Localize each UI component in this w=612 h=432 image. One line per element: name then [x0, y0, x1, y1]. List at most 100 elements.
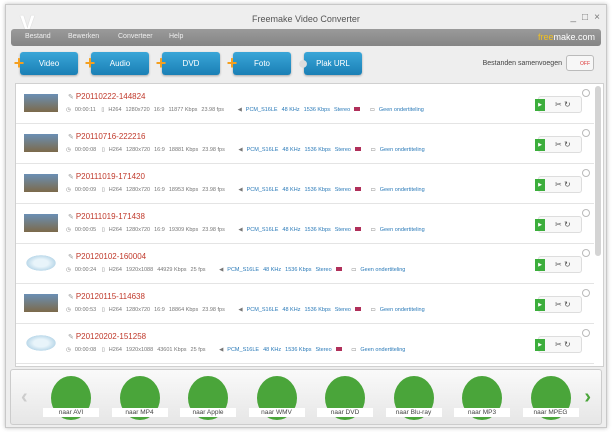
play-icon[interactable]: ▶ [535, 339, 545, 351]
rotate-icon[interactable]: ↻ [564, 140, 571, 149]
file-row[interactable]: P20111019-171420 ◷00:00:09 ▯H2641280x720… [16, 164, 594, 204]
clock-icon: ◷ [66, 347, 71, 353]
menu-bewerken[interactable]: Bewerken [68, 33, 99, 40]
flag-icon [354, 307, 361, 311]
paste-url-button[interactable]: ● Plak URL [298, 52, 362, 75]
add-audio-button[interactable]: + Audio [85, 52, 149, 75]
audio-codec[interactable]: PCM_S16LE [247, 147, 279, 153]
row-actions: ▶ ✂ ↻ [535, 256, 582, 273]
add-video-button[interactable]: + Video [14, 52, 78, 75]
file-name[interactable]: P20110716-222216 [68, 132, 146, 141]
scrollbar[interactable] [595, 86, 601, 256]
play-icon[interactable]: ▶ [535, 219, 545, 231]
file-row[interactable]: P20120115-114638 ◷00:00:53 ▯H2641280x720… [16, 284, 594, 324]
convert-blu-ray-button[interactable]: naar Blu-ray [385, 376, 442, 422]
file-name[interactable]: P20111019-171420 [68, 172, 145, 181]
audio-codec[interactable]: PCM_S16LE [247, 227, 279, 233]
brand-link[interactable]: freemake.com [538, 32, 595, 42]
audio-codec[interactable]: PCM_S16LE [227, 267, 259, 273]
subtitles-link[interactable]: Geen ondertiteling [360, 267, 405, 273]
file-row[interactable]: P20120102-160004 ◷00:00:24 ▯H2641920x108… [16, 244, 594, 284]
convert-avi-button[interactable]: naar AVI [43, 376, 99, 422]
remove-icon[interactable] [582, 169, 590, 177]
subtitles-link[interactable]: Geen ondertiteling [380, 187, 425, 193]
video-thumbnail [24, 294, 58, 312]
chevron-left-icon[interactable]: ‹ [21, 386, 28, 409]
chevron-right-icon[interactable]: › [584, 386, 591, 409]
scissors-icon[interactable]: ✂ [555, 140, 562, 149]
file-row[interactable]: P20111019-171438 ◷00:00:05 ▯H2641280x720… [16, 204, 594, 244]
speaker-icon: ◀ [238, 147, 243, 153]
file-name[interactable]: P20120102-160004 [68, 252, 146, 261]
remove-icon[interactable] [582, 129, 590, 137]
rotate-icon[interactable]: ↻ [564, 340, 571, 349]
subtitles-link[interactable]: Geen ondertiteling [380, 307, 425, 313]
remove-icon[interactable] [582, 289, 590, 297]
audio-codec[interactable]: PCM_S16LE [246, 107, 278, 113]
video-thumbnail [24, 134, 58, 152]
fps: 23.98 fps [202, 147, 225, 153]
menu-help[interactable]: Help [169, 33, 183, 40]
convert-mpeg-button[interactable]: naar MPEG [522, 376, 579, 422]
add-dvd-button[interactable]: + DVD [156, 52, 220, 75]
file-name[interactable]: P20110222-144824 [68, 92, 146, 101]
merge-toggle[interactable]: OFF [566, 55, 594, 71]
audio-codec[interactable]: PCM_S16LE [247, 187, 279, 193]
file-row[interactable]: P20120202-151258 ◷00:00:08 ▯H2641920x108… [16, 324, 594, 364]
remove-icon[interactable] [582, 249, 590, 257]
convert-dvd-button[interactable]: naar DVD [317, 376, 373, 422]
plus-icon: + [84, 53, 96, 73]
remove-icon[interactable] [582, 89, 590, 97]
scissors-icon[interactable]: ✂ [555, 300, 562, 309]
rotate-icon[interactable]: ↻ [564, 220, 571, 229]
file-row[interactable]: P20110716-222216 ◷00:00:08 ▯H2641280x720… [16, 124, 594, 164]
file-name[interactable]: P20120202-151258 [68, 332, 146, 341]
scissors-icon[interactable]: ✂ [555, 180, 562, 189]
scissors-icon[interactable]: ✂ [555, 220, 562, 229]
film-icon: ▯ [101, 147, 105, 153]
resolution: 1280x720 [125, 307, 151, 313]
maximize-button[interactable]: □ [582, 12, 588, 23]
rotate-icon[interactable]: ↻ [564, 260, 571, 269]
fps: 25 fps [190, 267, 206, 273]
file-name[interactable]: P20111019-171438 [68, 212, 145, 221]
close-button[interactable]: × [594, 12, 600, 23]
subtitles-link[interactable]: Geen ondertiteling [379, 107, 424, 113]
file-row[interactable]: P20110222-144824 ◷00:00:11 ▯H2641280x720… [16, 84, 594, 124]
rotate-icon[interactable]: ↻ [564, 300, 571, 309]
convert-apple-button[interactable]: naar Apple [180, 376, 236, 422]
minimize-button[interactable]: _ [570, 12, 576, 23]
bitrate: 44929 Kbps [157, 267, 187, 273]
subtitles-link[interactable]: Geen ondertiteling [360, 347, 405, 353]
scissors-icon[interactable]: ✂ [555, 100, 562, 109]
play-icon[interactable]: ▶ [535, 99, 545, 111]
remove-icon[interactable] [582, 209, 590, 217]
convert-mp4-button[interactable]: naar MP4 [111, 376, 168, 422]
scissors-icon[interactable]: ✂ [555, 260, 562, 269]
play-icon[interactable]: ▶ [535, 179, 545, 191]
play-icon[interactable]: ▶ [535, 259, 545, 271]
play-icon[interactable]: ▶ [535, 139, 545, 151]
rotate-icon[interactable]: ↻ [564, 100, 571, 109]
remove-icon[interactable] [582, 329, 590, 337]
audio-codec[interactable]: PCM_S16LE [227, 347, 259, 353]
resolution: 1280x720 [125, 147, 151, 153]
film-icon: ▯ [101, 187, 105, 193]
scissors-icon[interactable]: ✂ [555, 340, 562, 349]
audio-rate: 48 KHz [282, 307, 301, 313]
menu-bestand[interactable]: Bestand [25, 33, 51, 40]
file-name[interactable]: P20120115-114638 [68, 292, 145, 301]
codec: H264 [108, 347, 122, 353]
rotate-icon[interactable]: ↻ [564, 180, 571, 189]
film-icon: ▯ [101, 347, 105, 353]
audio-codec[interactable]: PCM_S16LE [247, 307, 279, 313]
play-icon[interactable]: ▶ [535, 299, 545, 311]
subtitles-link[interactable]: Geen ondertiteling [380, 227, 425, 233]
add-photo-button[interactable]: + Foto [227, 52, 291, 75]
duration: 00:00:53 [74, 307, 97, 313]
subtitles-link[interactable]: Geen ondertiteling [380, 147, 425, 153]
menu-converteer[interactable]: Converteer [118, 33, 153, 40]
convert-mp3-button[interactable]: naar MP3 [454, 376, 510, 422]
convert-wmv-button[interactable]: naar WMV [248, 376, 305, 422]
format-label: naar Apple [180, 408, 236, 417]
